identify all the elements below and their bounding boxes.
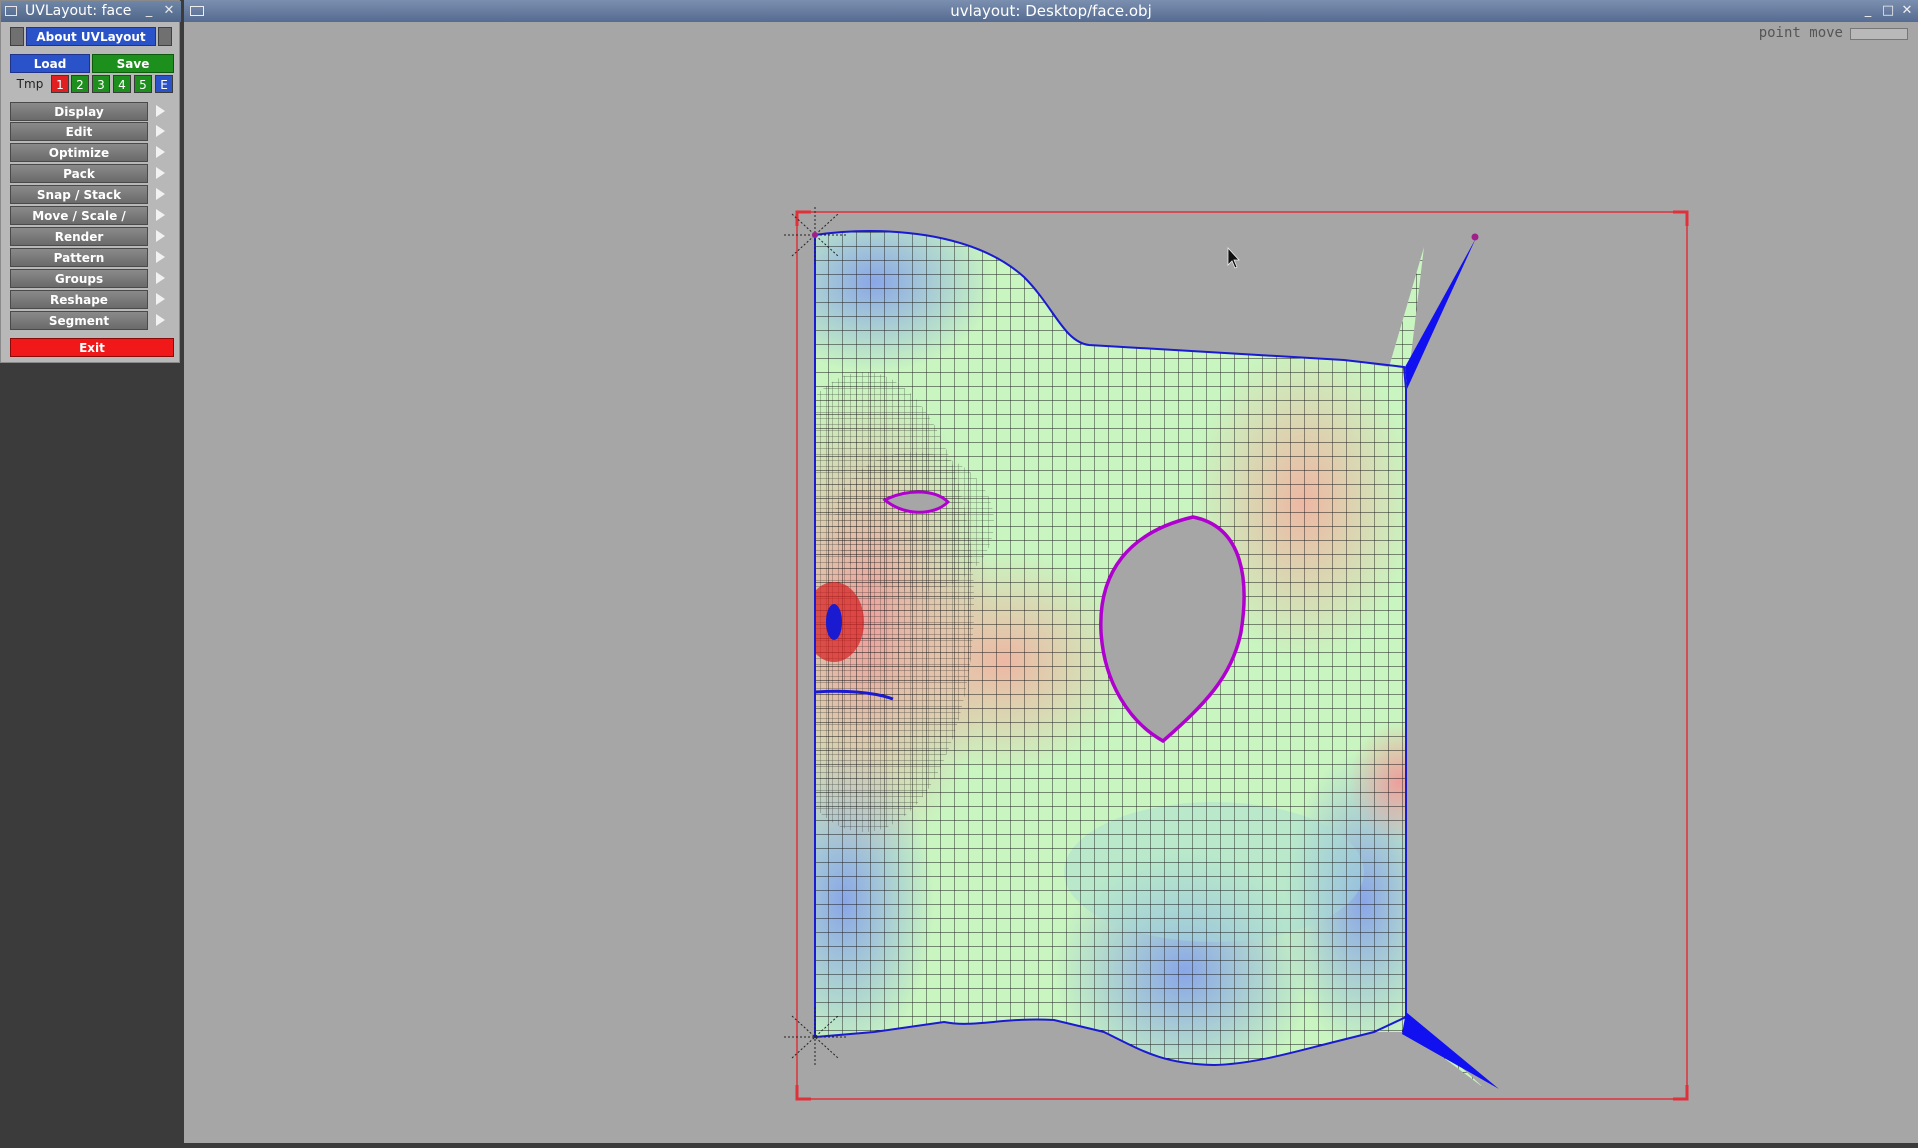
tmp-slot-e[interactable]: E: [155, 75, 173, 93]
pattern-expand-icon[interactable]: [156, 251, 165, 263]
edit-expand-icon[interactable]: [156, 125, 165, 137]
uv-viewport[interactable]: [184, 22, 1918, 1143]
menu-reshape-button[interactable]: Reshape: [10, 290, 148, 309]
menu-move-scale-rotate-button[interactable]: Move / Scale / Rotate: [10, 206, 148, 242]
minimize-icon[interactable]: _: [141, 3, 157, 19]
tool-panel-title: UVLayout: face: [25, 3, 132, 19]
optimize-expand-icon[interactable]: [156, 146, 165, 158]
close-icon[interactable]: ✕: [161, 3, 177, 19]
tmp-label: Tmp: [16, 77, 44, 91]
groups-expand-icon[interactable]: [156, 272, 165, 284]
tmp-slot-3[interactable]: 3: [92, 75, 110, 93]
tool-panel-titlebar[interactable]: UVLayout: face _ ✕: [1, 1, 181, 22]
menu-groups-button[interactable]: Groups: [10, 269, 148, 288]
mouse-cursor-icon: [1227, 246, 1240, 269]
menu-render-button[interactable]: Render: [10, 227, 148, 246]
tmp-slot-4[interactable]: 4: [113, 75, 131, 93]
close-icon[interactable]: ✕: [1899, 3, 1915, 19]
menu-pattern-button[interactable]: Pattern: [10, 248, 148, 267]
about-left-handle[interactable]: [10, 27, 24, 46]
pin-marker-top[interactable]: [784, 207, 846, 264]
pack-expand-icon[interactable]: [156, 167, 165, 179]
save-button[interactable]: Save: [92, 54, 174, 73]
tmp-slot-5[interactable]: 5: [134, 75, 152, 93]
minimize-icon[interactable]: _: [1860, 3, 1876, 19]
menu-segment-button[interactable]: Segment: [10, 311, 148, 330]
render-expand-icon[interactable]: [156, 230, 165, 242]
tool-panel: UVLayout: face _ ✕ About UVLayout Load S…: [0, 0, 181, 363]
main-window: uvlayout: Desktop/face.obj _ □ ✕ point m…: [184, 0, 1918, 1143]
menu-pack-button[interactable]: Pack: [10, 164, 148, 183]
menu-display-button[interactable]: Display: [10, 102, 148, 121]
window-menu-icon[interactable]: [190, 6, 204, 16]
menu-snap-stack-button[interactable]: Snap / Stack: [10, 185, 148, 204]
main-window-titlebar[interactable]: uvlayout: Desktop/face.obj _ □ ✕: [184, 0, 1918, 22]
main-window-title: uvlayout: Desktop/face.obj: [950, 2, 1152, 20]
move-scale-rotate-expand-icon[interactable]: [156, 209, 165, 221]
spike-point-handle[interactable]: [1471, 233, 1479, 241]
menu-edit-button[interactable]: Edit: [10, 122, 148, 141]
snap-stack-expand-icon[interactable]: [156, 188, 165, 200]
reshape-expand-icon[interactable]: [156, 293, 165, 305]
menu-optimize-button[interactable]: Optimize: [10, 143, 148, 162]
exit-button[interactable]: Exit: [10, 338, 174, 357]
display-expand-icon[interactable]: [156, 105, 165, 117]
tmp-slot-2[interactable]: 2: [71, 75, 89, 93]
shell-spike-bottom[interactable]: [1402, 1012, 1499, 1089]
maximize-icon[interactable]: □: [1880, 3, 1896, 19]
about-button[interactable]: About UVLayout: [26, 27, 156, 46]
window-menu-icon[interactable]: [5, 6, 17, 16]
segment-expand-icon[interactable]: [156, 314, 165, 326]
about-right-handle[interactable]: [158, 27, 172, 46]
load-button[interactable]: Load: [10, 54, 90, 73]
tmp-slot-1[interactable]: 1: [51, 75, 69, 93]
